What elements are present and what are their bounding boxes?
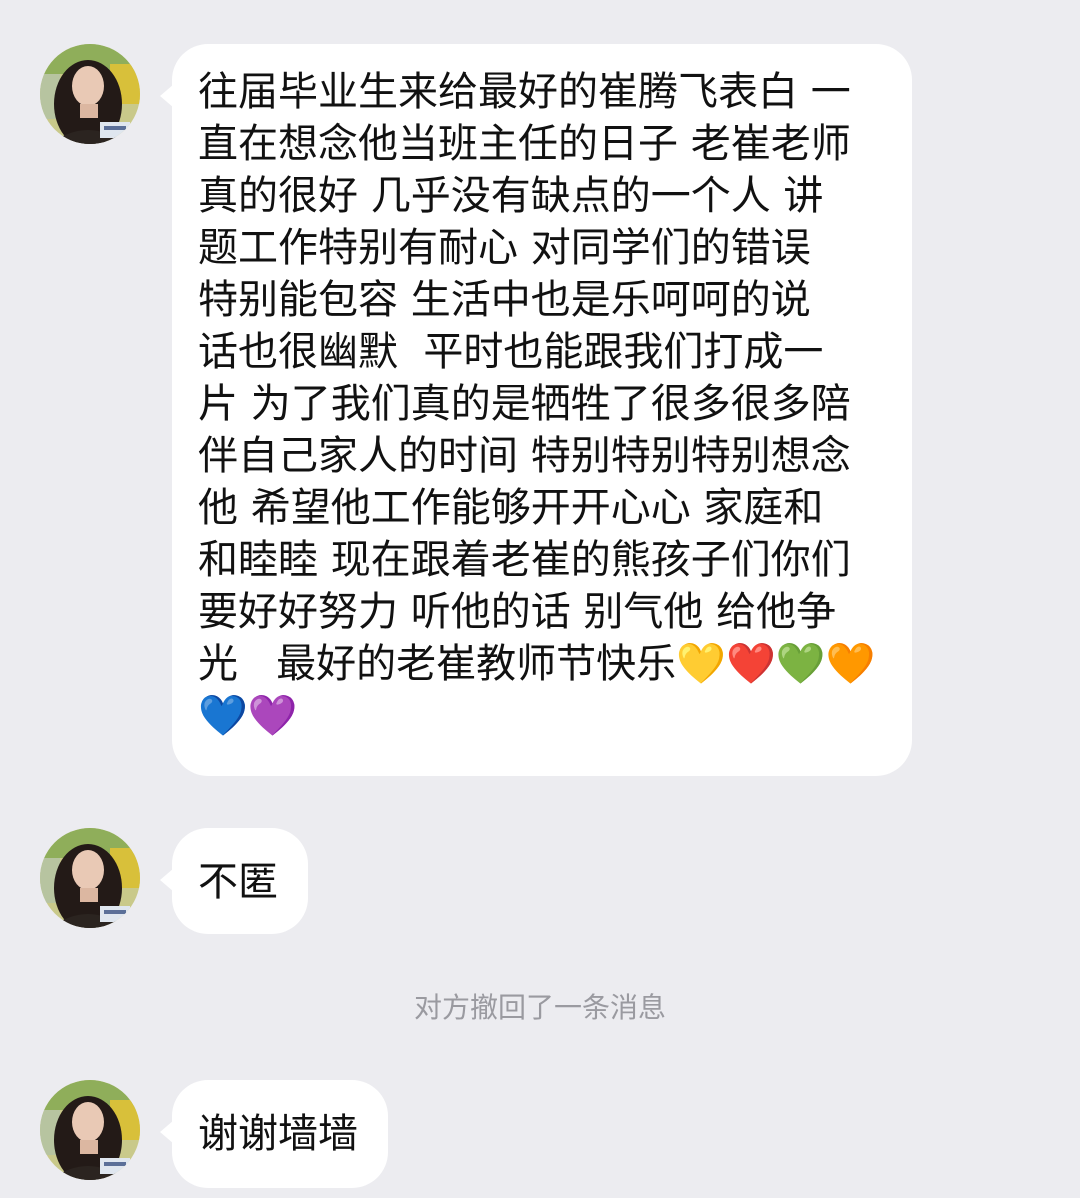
message-bubble[interactable]: 不匿 <box>160 828 308 934</box>
bubble-tail <box>160 84 174 108</box>
sender-avatar[interactable] <box>40 828 140 928</box>
message-bubble[interactable]: 谢谢墙墙 <box>160 1080 388 1188</box>
avatar-image <box>40 1080 140 1180</box>
chat-conversation: 往届毕业生来给最好的崔腾飞表白 一 直在想念他当班主任的日子 老崔老师 真的很好… <box>0 0 1080 1198</box>
message-text: 谢谢墙墙 <box>198 1111 358 1157</box>
avatar-image <box>40 44 140 144</box>
sender-avatar[interactable] <box>40 1080 140 1180</box>
message-bubble[interactable]: 往届毕业生来给最好的崔腾飞表白 一 直在想念他当班主任的日子 老崔老师 真的很好… <box>160 44 912 776</box>
bubble-tail <box>160 868 174 892</box>
message-text: 不匿 <box>198 859 278 905</box>
bubble-tail <box>160 1120 174 1144</box>
message-recalled-notice: 对方撤回了一条消息 <box>413 991 666 1024</box>
avatar-image <box>40 828 140 928</box>
sender-avatar[interactable] <box>40 44 140 144</box>
message-text: 往届毕业生来给最好的崔腾飞表白 一 直在想念他当班主任的日子 老崔老师 真的很好… <box>198 69 876 739</box>
